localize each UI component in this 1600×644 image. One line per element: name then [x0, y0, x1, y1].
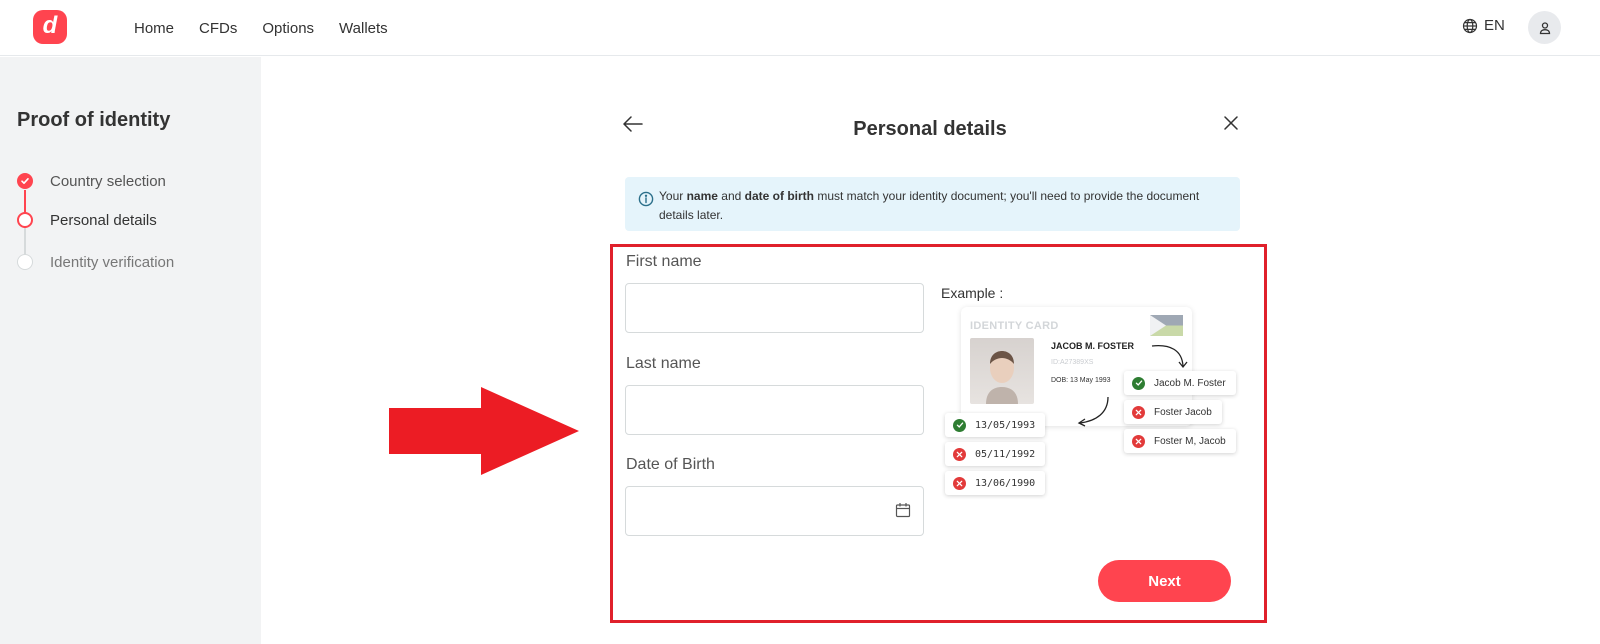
account-avatar[interactable]: [1528, 11, 1561, 44]
last-name-input[interactable]: [625, 385, 924, 435]
next-button[interactable]: Next: [1098, 560, 1231, 602]
flag-icon: [1150, 315, 1183, 336]
deriv-logo[interactable]: d: [33, 10, 67, 44]
id-card-number: ID:A27389XS: [1051, 359, 1094, 366]
nav-options[interactable]: Options: [262, 20, 314, 37]
step-label: Personal details: [50, 211, 157, 229]
first-name-input[interactable]: [625, 283, 924, 333]
top-bar: d Home CFDs Options Wallets EN: [0, 0, 1600, 56]
nav-wallets[interactable]: Wallets: [339, 20, 388, 37]
dob-label: Date of Birth: [626, 456, 715, 473]
step-personal-details: Personal details: [17, 212, 157, 229]
back-arrow-icon[interactable]: [622, 115, 644, 133]
first-name-label: First name: [626, 253, 702, 270]
dob-input[interactable]: [625, 486, 924, 536]
calendar-icon[interactable]: [895, 502, 911, 518]
cross-icon: [953, 447, 966, 461]
cross-icon: [1132, 405, 1145, 419]
logo-letter: d: [42, 11, 58, 39]
cross-icon: [953, 476, 966, 490]
check-icon: [953, 418, 966, 432]
arrow-dob-connector: [1077, 396, 1109, 427]
sidebar-title: Proof of identity: [17, 109, 171, 131]
name-example-invalid: Foster M, Jacob: [1124, 429, 1236, 453]
nav-cfds[interactable]: CFDs: [199, 20, 237, 37]
id-card-name: JACOB M. FOSTER: [1051, 341, 1135, 351]
dob-example-invalid: 13/06/1990: [945, 471, 1046, 495]
step-label: Country selection: [50, 172, 166, 190]
id-card-dob: DOB: 13 May 1993: [1051, 377, 1111, 384]
last-name-label: Last name: [626, 355, 701, 372]
page-title: Personal details: [853, 118, 1007, 140]
step-label: Identity verification: [50, 253, 175, 271]
close-icon[interactable]: [1223, 115, 1239, 131]
pending-step-icon: [17, 254, 33, 270]
id-photo: [970, 338, 1034, 404]
main-nav: Home CFDs Options Wallets: [134, 0, 388, 56]
language-switcher[interactable]: EN: [1462, 17, 1505, 34]
nav-home[interactable]: Home: [134, 20, 174, 37]
progress-sidebar: Proof of identity Country selection Pers…: [0, 57, 261, 644]
name-example-valid: Jacob M. Foster: [1124, 371, 1236, 395]
globe-icon: [1462, 18, 1478, 33]
arrow-name-connector: [1151, 344, 1188, 369]
dob-example-invalid: 05/11/1992: [945, 442, 1046, 466]
info-icon: [638, 191, 654, 207]
id-card-title: IDENTITY CARD: [970, 320, 1059, 332]
dob-example-valid: 13/05/1993: [945, 413, 1046, 437]
step-country-selection: Country selection: [17, 173, 166, 190]
annotation-arrow-icon: [389, 387, 579, 475]
current-step-icon: [17, 212, 33, 228]
info-text: Your name and date of birth must match y…: [659, 189, 1200, 222]
language-code: EN: [1484, 17, 1505, 34]
check-icon: [1132, 376, 1145, 390]
example-label: Example :: [941, 285, 1004, 301]
name-example-invalid: Foster Jacob: [1124, 400, 1222, 424]
step-identity-verification: Identity verification: [17, 254, 174, 271]
info-banner: Your name and date of birth must match y…: [625, 177, 1240, 231]
user-icon: [1539, 21, 1550, 34]
check-icon: [17, 173, 33, 189]
cross-icon: [1132, 434, 1145, 448]
